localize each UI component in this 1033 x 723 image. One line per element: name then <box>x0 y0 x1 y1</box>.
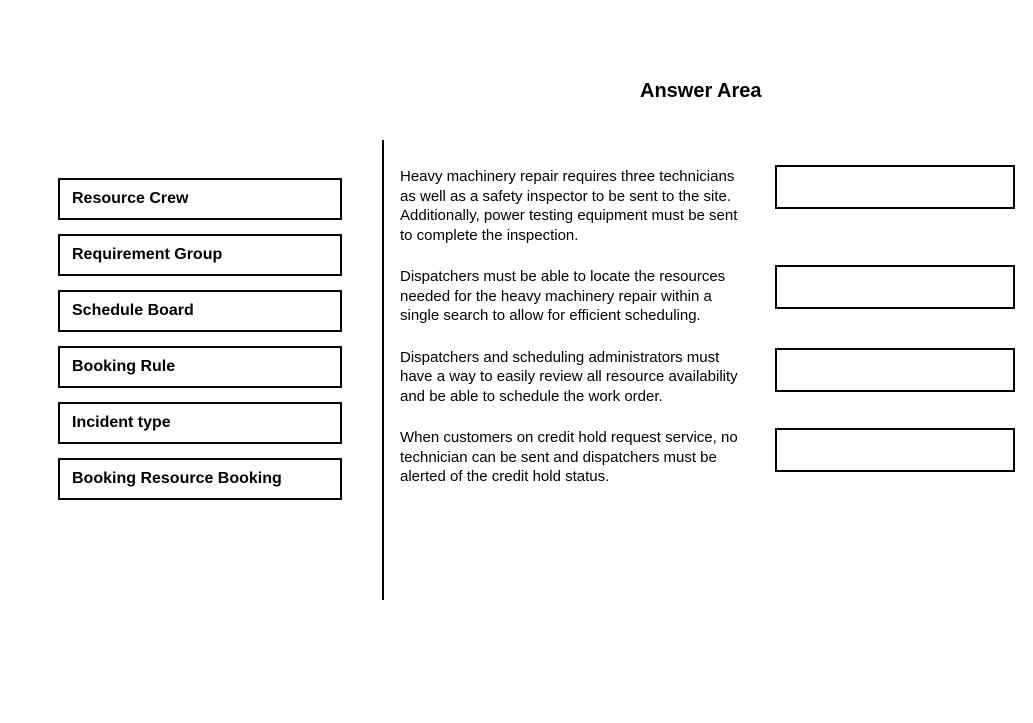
vertical-divider <box>382 140 384 600</box>
row-description: Heavy machinery repair requires three te… <box>390 165 760 247</box>
row-description: Dispatchers and scheduling administrator… <box>390 346 760 409</box>
row-description: Dispatchers must be able to locate the r… <box>390 265 760 328</box>
answer-area: Heavy machinery repair requires three te… <box>390 165 1015 507</box>
answer-area-title: Answer Area <box>640 80 762 103</box>
source-list: Resource Crew Requirement Group Schedule… <box>58 178 342 514</box>
drop-target-4[interactable] <box>775 428 1015 472</box>
source-item-schedule-board[interactable]: Schedule Board <box>58 290 342 332</box>
answer-row: When customers on credit hold request se… <box>390 426 1015 489</box>
drop-target-3[interactable] <box>775 348 1015 392</box>
source-item-requirement-group[interactable]: Requirement Group <box>58 234 342 276</box>
drop-target-1[interactable] <box>775 165 1015 209</box>
source-item-booking-resource-booking[interactable]: Booking Resource Booking <box>58 458 342 500</box>
answer-row: Dispatchers and scheduling administrator… <box>390 346 1015 409</box>
source-item-booking-rule[interactable]: Booking Rule <box>58 346 342 388</box>
drop-target-2[interactable] <box>775 265 1015 309</box>
answer-row: Heavy machinery repair requires three te… <box>390 165 1015 247</box>
source-item-incident-type[interactable]: Incident type <box>58 402 342 444</box>
answer-row: Dispatchers must be able to locate the r… <box>390 265 1015 328</box>
row-description: When customers on credit hold request se… <box>390 426 760 489</box>
source-item-resource-crew[interactable]: Resource Crew <box>58 178 342 220</box>
